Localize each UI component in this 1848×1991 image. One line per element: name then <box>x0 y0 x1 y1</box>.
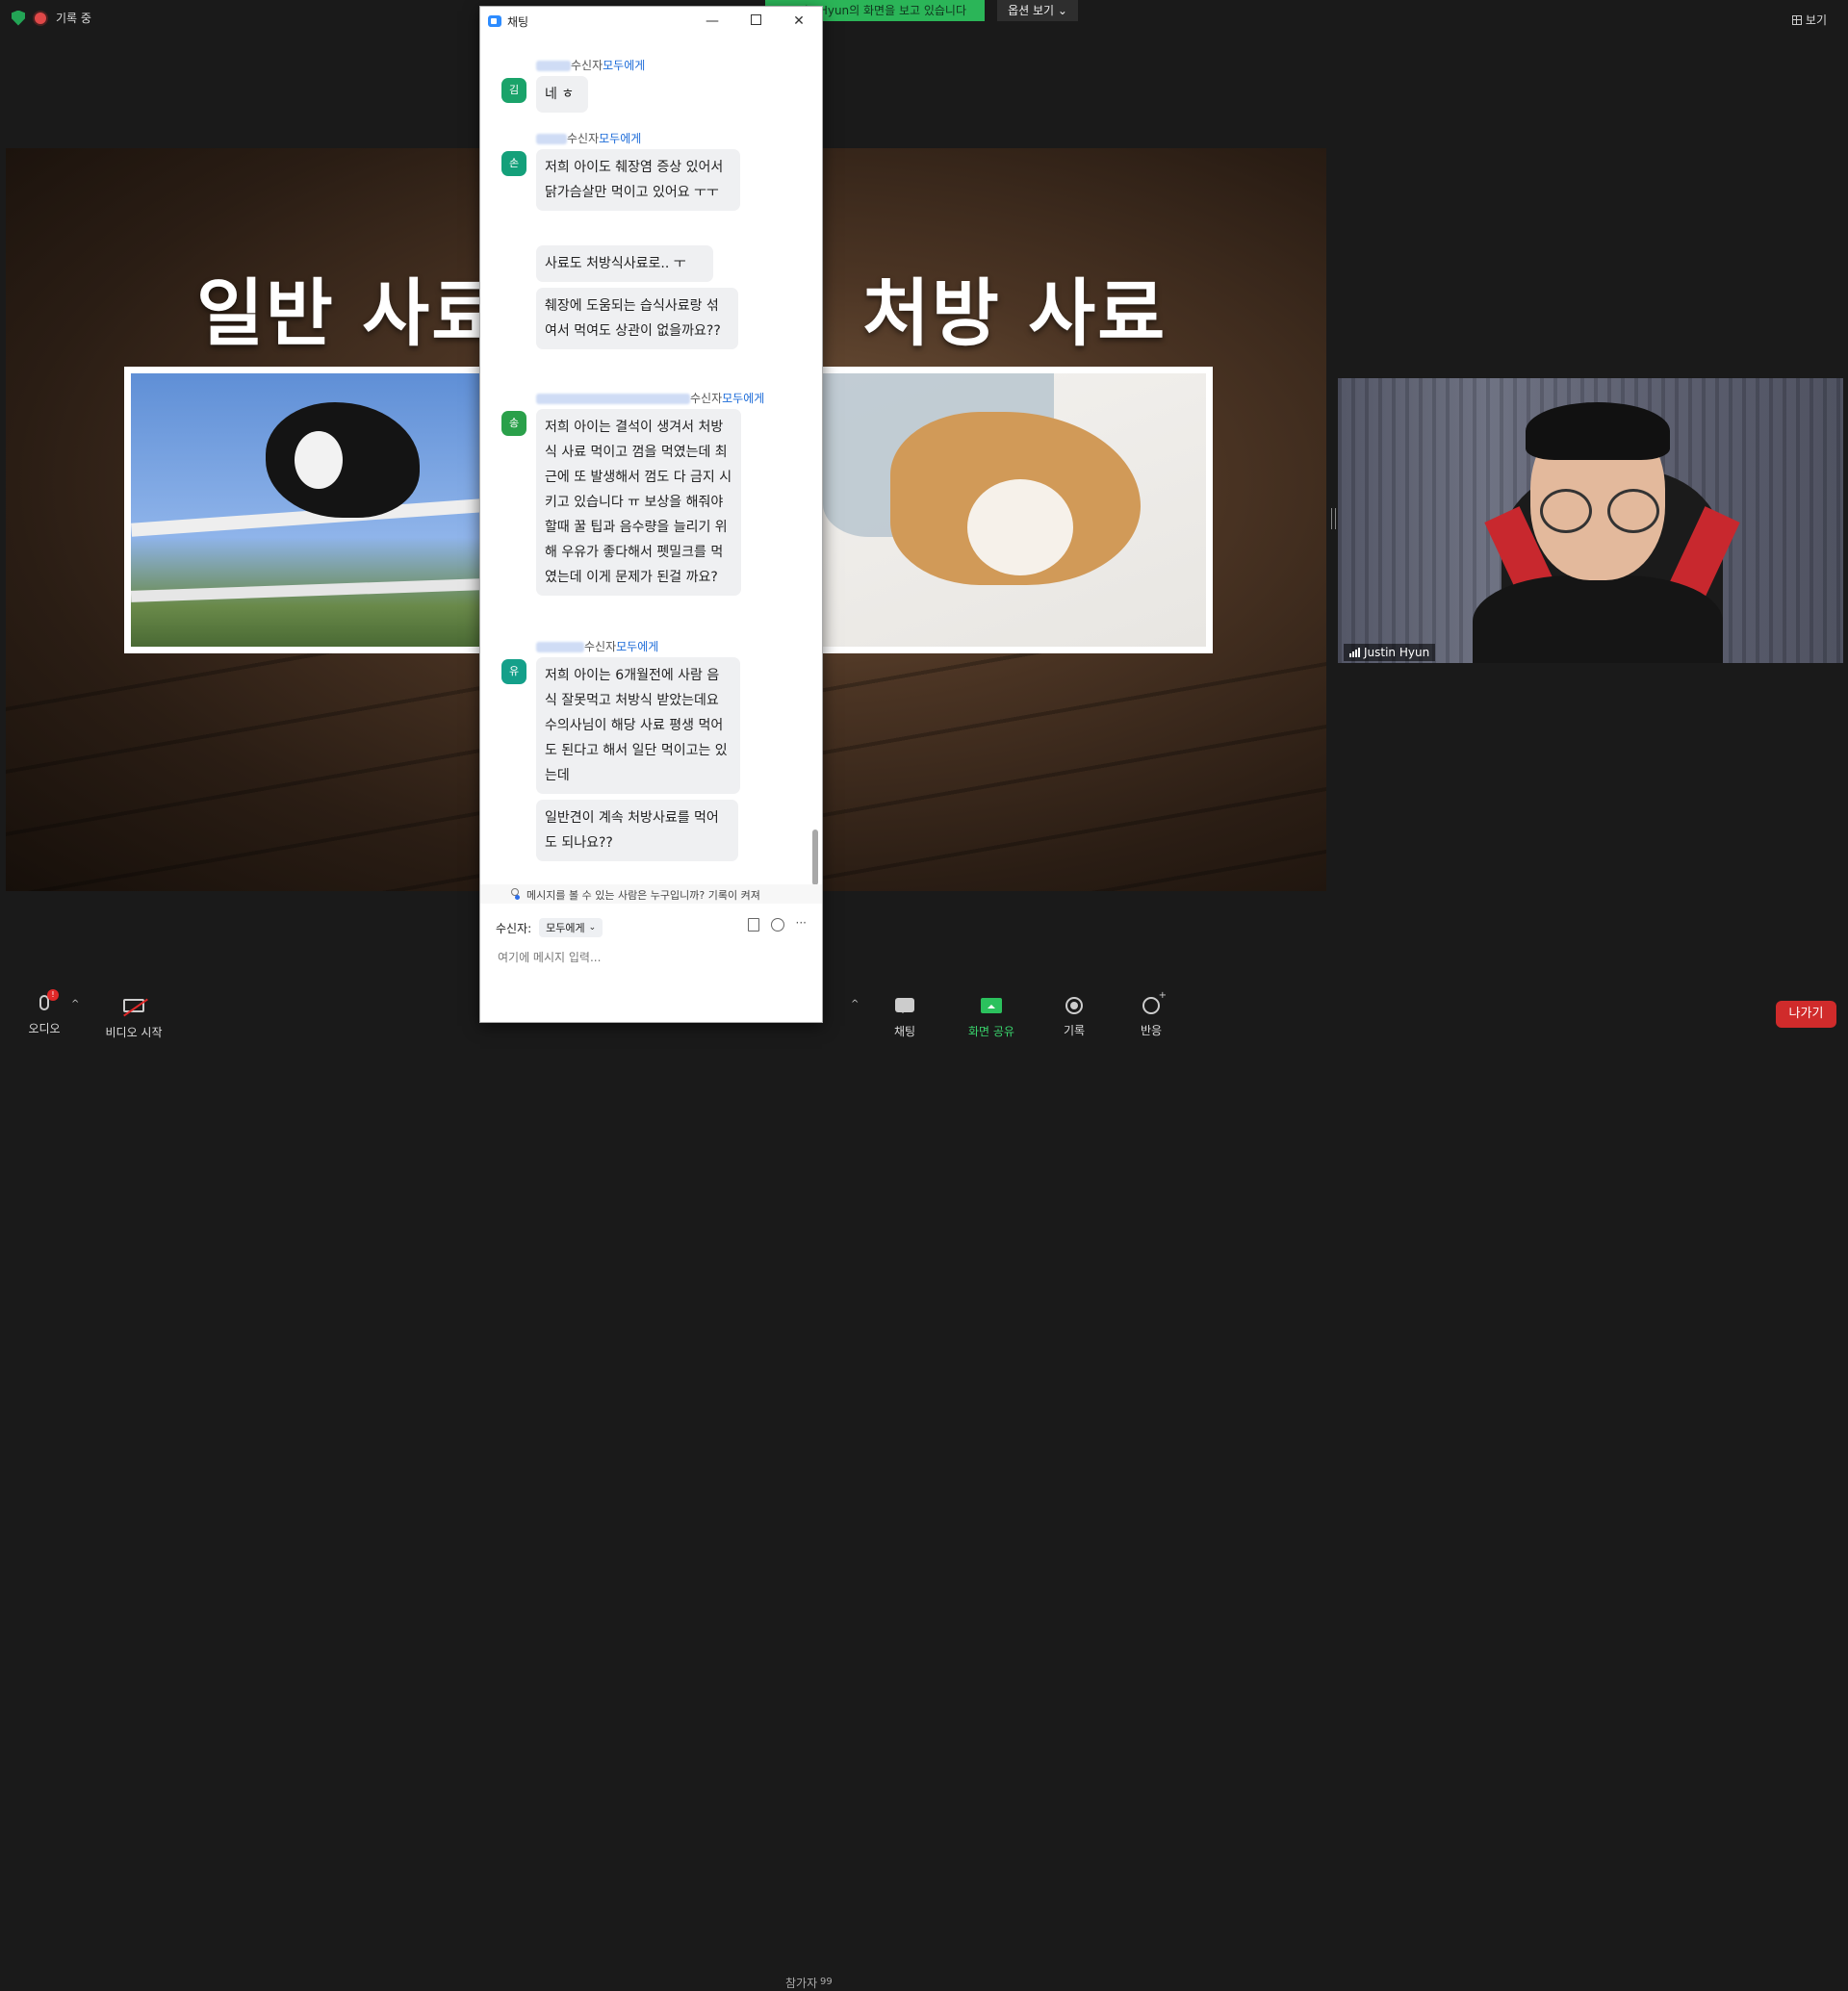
smiley-icon <box>1142 990 1167 1014</box>
recipient-value: 모두에게 <box>546 922 585 934</box>
to-all-label: 모두에게 <box>603 59 646 72</box>
participant-name: Justin Hyun <box>1364 646 1430 659</box>
sender-line: 수신자모두에게 <box>536 57 645 73</box>
zoom-icon <box>488 15 501 27</box>
to-label: 수신자 <box>584 640 617 653</box>
alert-badge: ! <box>47 989 59 1001</box>
avatar: 김 <box>501 78 526 103</box>
grid-icon <box>1791 14 1802 25</box>
to-label: 수신자 <box>571 59 603 72</box>
slide-photo-jumping-dog <box>124 367 500 653</box>
to-all-label: 모두에게 <box>722 392 765 405</box>
chat-message: 저희 아이도 췌장염 증상 있어서 닭가슴살만 먹이고 있어요 ㅜㅜ <box>536 149 740 211</box>
chat-message: 저희 아이는 결석이 생겨서 처방식 사료 먹이고 껌을 먹였는데 최근에 또 … <box>536 409 741 596</box>
file-icon[interactable] <box>747 918 759 932</box>
view-button[interactable]: 보기 <box>1791 12 1827 28</box>
close-icon: ✕ <box>793 13 805 29</box>
camera-off-icon <box>123 998 148 1017</box>
to-all-label: 모두에게 <box>616 640 659 653</box>
recipient-select[interactable]: 모두에게 ⌄ <box>539 918 603 937</box>
chat-title: 채팅 <box>507 15 529 29</box>
chat-button[interactable]: 채팅 <box>886 995 924 1039</box>
shield-icon[interactable] <box>12 10 25 26</box>
chat-title-bar[interactable]: 채팅 — ✕ <box>480 7 822 36</box>
participant-video-tile[interactable]: Justin Hyun <box>1338 378 1843 663</box>
leave-button[interactable]: 나가기 <box>1776 1001 1836 1028</box>
meeting-toolbar: ! 오디오 ^ 비디오 시작 참가자 99 ^ 채팅 화면 공유 기록 반응 <box>0 982 1848 1990</box>
record-button[interactable]: 기록 <box>1055 995 1093 1038</box>
chevron-down-icon: ⌄ <box>588 923 597 932</box>
chat-window: 채팅 — ✕ 수신자모두에게 김 네 ㅎ 수신자모두에게 손 저희 아이도 췌장… <box>480 7 822 1022</box>
avatar: 유 <box>501 659 526 684</box>
emoji-icon[interactable] <box>770 918 784 932</box>
chat-message: 네 ㅎ <box>536 76 588 113</box>
view-options-button[interactable]: 옵션 보기 ⌄ <box>997 0 1078 21</box>
participant-name-tag: Justin Hyun <box>1344 644 1436 661</box>
chat-bubble-icon <box>895 998 914 1013</box>
avatar: 손 <box>501 151 526 176</box>
recipient-label: 수신자: <box>496 921 532 935</box>
reactions-label: 반응 <box>1140 1024 1163 1037</box>
chat-message: 일반견이 계속 처방사료를 먹어도 되나요?? <box>536 800 738 861</box>
record-label: 기록 <box>1063 1024 1086 1037</box>
maximize-icon <box>750 14 761 25</box>
audio-label: 오디오 <box>28 1022 61 1035</box>
start-video-label: 비디오 시작 <box>105 1026 163 1039</box>
chat-label: 채팅 <box>893 1025 916 1038</box>
participants-label[interactable]: 참가자 <box>785 1975 817 1991</box>
top-bar: 기록 중 Justin Hyun의 화면을 보고 있습니다 옵션 보기 ⌄ 보기 <box>0 0 1848 38</box>
start-video-button[interactable]: 비디오 시작 <box>100 995 167 1040</box>
chat-message-input[interactable] <box>496 945 808 970</box>
panel-resize-handle[interactable] <box>1331 508 1336 529</box>
audio-options-caret[interactable]: ^ <box>71 999 79 1009</box>
share-screen-label: 화면 공유 <box>968 1025 1014 1038</box>
to-label: 수신자 <box>567 132 600 145</box>
view-label: 보기 <box>1805 13 1827 27</box>
close-button[interactable]: ✕ <box>780 10 818 33</box>
minimize-button[interactable]: — <box>693 10 732 33</box>
to-all-label: 모두에게 <box>599 132 642 145</box>
person-info-icon <box>509 888 520 900</box>
participants-count: 99 <box>820 1977 833 1987</box>
share-screen-icon <box>981 998 1002 1013</box>
audio-button[interactable]: ! 오디오 <box>25 989 64 1036</box>
message-visibility-info[interactable]: 메시지를 볼 수 있는 사람은 누구입니까? 기록이 켜져 <box>480 884 822 904</box>
reactions-button[interactable]: 반응 <box>1132 990 1170 1038</box>
chat-message: 저희 아이는 6개월전에 사람 음식 잘못먹고 처방식 받았는데요 수의사님이 … <box>536 657 740 794</box>
sender-line: 수신자모두에게 <box>536 130 641 146</box>
record-dot-icon <box>35 12 46 24</box>
recording-indicator: 기록 중 <box>12 10 91 26</box>
avatar: 송 <box>501 411 526 436</box>
to-label: 수신자 <box>690 392 723 405</box>
share-screen-button[interactable]: 화면 공유 <box>962 995 1020 1039</box>
chevron-down-icon: ⌄ <box>1057 4 1067 17</box>
chat-scrollbar-thumb[interactable] <box>812 830 818 885</box>
more-options-icon[interactable]: ··· <box>796 917 807 932</box>
visibility-info-text: 메시지를 볼 수 있는 사람은 누구입니까? 기록이 켜져 <box>526 889 760 902</box>
recipient-row: 수신자: 모두에게 ⌄ <box>496 918 603 937</box>
record-icon <box>1065 997 1083 1014</box>
chat-messages[interactable]: 수신자모두에게 김 네 ㅎ 수신자모두에게 손 저희 아이도 췌장염 증상 있어… <box>480 36 822 882</box>
slide-title-right: 처방 사료 <box>862 270 1168 356</box>
participants-options-caret[interactable]: ^ <box>851 999 859 1009</box>
sender-line: 수신자모두에게 <box>536 390 764 406</box>
chat-scrollbar[interactable] <box>812 36 818 882</box>
chat-message: 췌장에 도움되는 습식사료랑 섞여서 먹여도 상관이 없을까요?? <box>536 288 738 349</box>
slide-photo-sleeping-dog <box>816 367 1213 653</box>
view-options-label: 옵션 보기 <box>1008 4 1055 17</box>
maximize-button[interactable] <box>736 10 775 33</box>
chat-input-actions: ··· <box>747 917 807 932</box>
chat-message: 사료도 처방식사료로.. ㅜ <box>536 245 713 282</box>
slide-title-left: 일반 사료 <box>196 270 501 356</box>
sender-line: 수신자모두에게 <box>536 638 658 654</box>
signal-strength-icon <box>1349 648 1360 657</box>
recording-label: 기록 중 <box>56 12 91 25</box>
